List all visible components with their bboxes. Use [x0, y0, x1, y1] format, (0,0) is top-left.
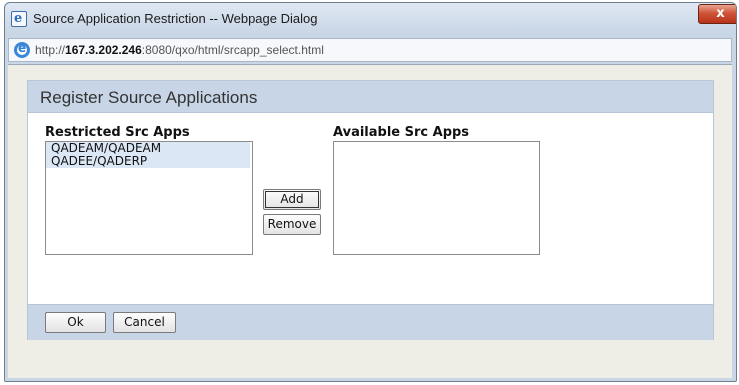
available-listbox[interactable] — [333, 141, 540, 255]
ok-button[interactable]: Ok — [45, 312, 106, 333]
webpage-dialog-icon: e — [11, 11, 27, 27]
url-prefix: http:// — [35, 43, 66, 57]
available-label: Available Src Apps — [333, 125, 470, 140]
list-item[interactable]: QADEE/QADERP — [46, 155, 250, 168]
url-path: :8080/qxo/html/srcapp_select.html — [141, 43, 324, 57]
cancel-button[interactable]: Cancel — [113, 312, 176, 333]
register-panel: Register Source Applications Restricted … — [27, 80, 714, 340]
remove-button[interactable]: Remove — [263, 214, 321, 235]
title-bar: e Source Application Restriction -- Webp… — [5, 3, 736, 35]
address-bar: e http://167.3.202.246:8080/qxo/html/src… — [8, 38, 732, 62]
url-text: http://167.3.202.246:8080/qxo/html/srcap… — [35, 43, 324, 57]
window-title: Source Application Restriction -- Webpag… — [33, 11, 318, 26]
panel-header: Register Source Applications — [28, 81, 713, 113]
close-icon: x — [716, 6, 725, 21]
url-host: 167.3.202.246 — [65, 43, 142, 57]
restricted-label: Restricted Src Apps — [45, 125, 190, 140]
panel-footer: Ok Cancel — [28, 304, 713, 340]
internet-explorer-icon: e — [14, 41, 30, 58]
restricted-listbox[interactable]: QADEAM/QADEAM QADEE/QADERP — [45, 141, 253, 255]
close-button[interactable]: x — [698, 4, 736, 24]
panel-title: Register Source Applications — [40, 88, 258, 107]
dialog-content: Register Source Applications Restricted … — [8, 64, 732, 378]
add-button[interactable]: Add — [263, 189, 321, 210]
dialog-window: e Source Application Restriction -- Webp… — [4, 2, 737, 382]
